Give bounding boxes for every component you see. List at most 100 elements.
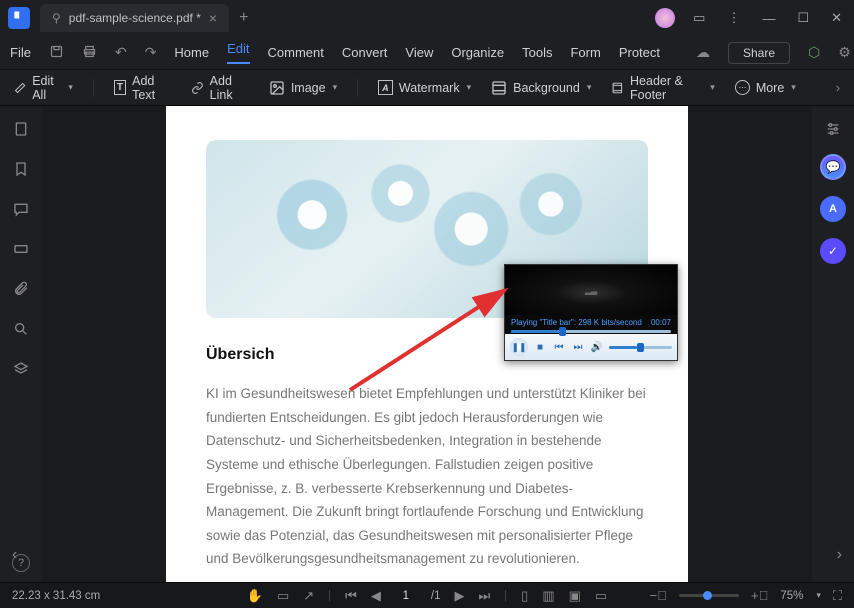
new-tab-button[interactable]: + bbox=[239, 9, 248, 27]
chat-icon[interactable]: ▭ bbox=[689, 6, 709, 30]
cloud-icon[interactable]: ☁ bbox=[696, 44, 710, 61]
document-tab[interactable]: ⚲ pdf-sample-science.pdf * × bbox=[40, 4, 229, 32]
next-page-icon[interactable]: ▶ bbox=[454, 588, 464, 604]
save-icon[interactable] bbox=[49, 44, 64, 62]
menu-home[interactable]: Home bbox=[174, 45, 209, 60]
page-number-input[interactable] bbox=[395, 590, 417, 602]
toolbar-extra-1-icon[interactable]: ⬡ bbox=[808, 44, 820, 61]
menu-edit[interactable]: Edit bbox=[227, 41, 249, 64]
single-page-view-icon[interactable]: ▯ bbox=[521, 588, 528, 604]
menu-view[interactable]: View bbox=[405, 45, 433, 60]
add-link-label: Add Link bbox=[210, 74, 249, 102]
search-icon[interactable] bbox=[12, 320, 30, 338]
minimize-button[interactable]: — bbox=[758, 7, 779, 30]
pin-icon: ⚲ bbox=[52, 11, 61, 25]
layers-icon[interactable] bbox=[12, 360, 30, 378]
bookmarks-icon[interactable] bbox=[12, 160, 30, 178]
status-dimensions: 22.23 x 31.43 cm bbox=[12, 590, 100, 602]
background-label: Background bbox=[513, 81, 580, 95]
last-page-icon[interactable]: ⏭ bbox=[478, 588, 490, 604]
menu-convert[interactable]: Convert bbox=[342, 45, 388, 60]
assistant-check-icon[interactable]: ✓ bbox=[820, 238, 846, 264]
menu-file[interactable]: File bbox=[10, 45, 31, 60]
first-page-icon[interactable]: ⏮ bbox=[345, 588, 357, 604]
tab-title: pdf-sample-science.pdf * bbox=[69, 11, 201, 25]
zoom-dropdown-icon[interactable]: ▾ bbox=[816, 590, 821, 601]
zoom-value: 75% bbox=[780, 590, 803, 602]
status-zoom-controls: −⃝ +⃝ 75% ▾ ⛶ bbox=[650, 588, 842, 604]
menu-organize[interactable]: Organize bbox=[451, 45, 504, 60]
media-controls: ❚❚ ■ ⏮ ⏭ 🔊 bbox=[505, 334, 677, 360]
pointer-tool-icon[interactable]: ↗ bbox=[303, 588, 314, 604]
maximize-button[interactable]: ☐ bbox=[793, 6, 813, 30]
undo-icon[interactable]: ↶ bbox=[115, 44, 127, 61]
toolbar-overflow-icon[interactable]: › bbox=[836, 81, 840, 95]
read-mode-icon[interactable]: ▭ bbox=[595, 588, 607, 604]
background-tool[interactable]: Background▾ bbox=[491, 80, 591, 96]
add-text-tool[interactable]: T Add Text bbox=[114, 74, 171, 102]
attachments-icon[interactable] bbox=[12, 280, 30, 298]
menu-form[interactable]: Form bbox=[570, 45, 600, 60]
comments-icon[interactable] bbox=[12, 200, 30, 218]
image-tool[interactable]: Image▾ bbox=[269, 80, 337, 96]
zoom-slider[interactable] bbox=[679, 594, 739, 597]
media-video-area: ▂▃ bbox=[505, 265, 677, 315]
header-footer-label: Header & Footer bbox=[630, 74, 703, 102]
media-play-pause-button[interactable]: ❚❚ bbox=[510, 338, 528, 356]
next-page-button[interactable]: › bbox=[837, 546, 842, 564]
select-tool-icon[interactable]: ▭ bbox=[277, 588, 289, 604]
media-stop-button[interactable]: ■ bbox=[533, 340, 547, 354]
ai-chat-icon[interactable]: 💬 bbox=[820, 154, 846, 180]
edit-toolbar: Edit All▾ T Add Text Add Link Image▾ A W… bbox=[0, 70, 854, 106]
add-link-tool[interactable]: Add Link bbox=[191, 74, 249, 102]
hand-tool-icon[interactable]: ✋ bbox=[247, 588, 263, 604]
fields-icon[interactable] bbox=[12, 240, 30, 258]
media-status-bar: Playing "Title bar": 298 K bits/second 0… bbox=[505, 315, 677, 330]
add-text-label: Add Text bbox=[132, 74, 171, 102]
prev-page-icon[interactable]: ◀ bbox=[371, 588, 381, 604]
media-time: 00:07 bbox=[651, 318, 671, 327]
media-prev-button[interactable]: ⏮ bbox=[552, 340, 566, 354]
page-total: /1 bbox=[431, 590, 441, 602]
menu-protect[interactable]: Protect bbox=[619, 45, 660, 60]
toolbar-extra-2-icon[interactable]: ⚙ bbox=[838, 44, 851, 61]
header-footer-tool[interactable]: Header & Footer▾ bbox=[611, 74, 714, 102]
menu-bar: File ↶ ↷ Home Edit Comment Convert View … bbox=[0, 36, 854, 70]
menu-comment[interactable]: Comment bbox=[268, 45, 324, 60]
close-tab-icon[interactable]: × bbox=[209, 10, 217, 26]
more-tool[interactable]: ⋯ More▾ bbox=[735, 80, 796, 95]
document-viewport[interactable]: Übersich KI im Gesundheitswesen bietet E… bbox=[42, 106, 812, 582]
two-page-view-icon[interactable]: ▣ bbox=[569, 588, 581, 604]
left-sidebar bbox=[0, 106, 42, 582]
continuous-view-icon[interactable]: ▥ bbox=[542, 588, 554, 604]
share-button[interactable]: Share bbox=[728, 42, 790, 64]
close-window-button[interactable]: ✕ bbox=[827, 6, 846, 30]
zoom-in-icon[interactable]: +⃝ bbox=[751, 588, 768, 603]
fullscreen-icon[interactable]: ⛶ bbox=[833, 588, 842, 604]
media-next-button[interactable]: ⏭ bbox=[571, 340, 585, 354]
user-avatar[interactable] bbox=[655, 8, 675, 28]
menu-tools[interactable]: Tools bbox=[522, 45, 552, 60]
image-label: Image bbox=[291, 81, 326, 95]
zoom-out-icon[interactable]: −⃝ bbox=[650, 588, 667, 603]
edit-all-tool[interactable]: Edit All▾ bbox=[14, 74, 73, 102]
document-body-text: KI im Gesundheitswesen bietet Empfehlung… bbox=[206, 382, 648, 571]
media-volume-slider[interactable] bbox=[609, 346, 672, 349]
edit-all-label: Edit All bbox=[32, 74, 61, 102]
more-label: More bbox=[756, 81, 784, 95]
status-bar: 22.23 x 31.43 cm ✋ ▭ ↗ | ⏮ ◀ /1 ▶ ⏭ | ▯ … bbox=[0, 582, 854, 608]
media-volume-icon[interactable]: 🔊 bbox=[590, 340, 604, 354]
embedded-media-player[interactable]: ▂▃ Playing "Title bar": 298 K bits/secon… bbox=[504, 264, 678, 361]
status-center-controls: ✋ ▭ ↗ | ⏮ ◀ /1 ▶ ⏭ | ▯ ▥ ▣ ▭ bbox=[247, 588, 607, 604]
settings-panel-icon[interactable] bbox=[824, 120, 842, 138]
help-button[interactable]: ? bbox=[0, 554, 42, 572]
translate-icon[interactable]: A bbox=[820, 196, 846, 222]
window-titlebar: ▘ ⚲ pdf-sample-science.pdf * × + ▭ ⋮ — ☐… bbox=[0, 0, 854, 36]
watermark-tool[interactable]: A Watermark▾ bbox=[378, 80, 471, 95]
print-icon[interactable] bbox=[82, 44, 97, 62]
right-sidebar: 💬 A ✓ bbox=[812, 106, 854, 582]
redo-icon[interactable]: ↷ bbox=[145, 44, 157, 61]
more-titlebar-icon[interactable]: ⋮ bbox=[723, 6, 744, 30]
media-status-text: Playing "Title bar": 298 K bits/second bbox=[511, 318, 642, 327]
thumbnails-icon[interactable] bbox=[12, 120, 30, 138]
